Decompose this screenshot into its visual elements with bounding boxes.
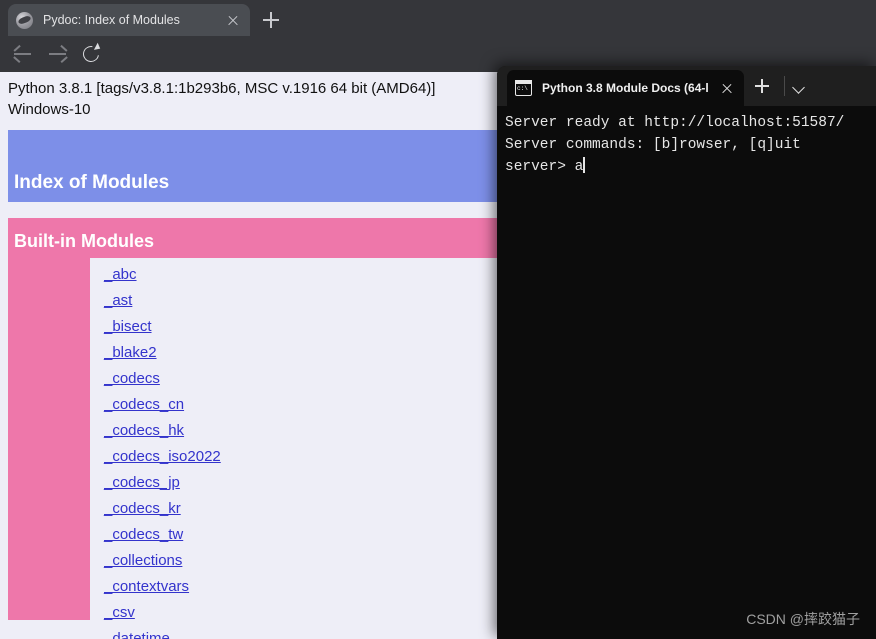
browser-tab[interactable]: Pydoc: Index of Modules [8,4,250,36]
module-link[interactable]: _ast [104,288,132,314]
terminal-tab-bar: Python 3.8 Module Docs (64-l [497,66,876,106]
chevron-down-icon[interactable] [787,74,811,98]
terminal-new-tab-button[interactable] [750,74,774,98]
module-link[interactable]: _codecs_iso2022 [104,444,221,470]
module-link[interactable]: _csv [104,600,135,626]
close-icon[interactable] [224,11,242,29]
terminal-line: Server ready at http://localhost:51587/ [505,115,845,131]
terminal-line: Server commands: [b]rowser, [q]uit [505,137,801,153]
console-window-icon [514,80,532,96]
module-link[interactable]: _abc [104,262,137,288]
divider [784,76,785,96]
module-link[interactable]: _codecs_hk [104,418,184,444]
browser-tab-title: Pydoc: Index of Modules [43,13,180,27]
module-link[interactable]: _blake2 [104,340,157,366]
text-cursor [583,157,585,173]
module-link[interactable]: _codecs_jp [104,470,180,496]
terminal-window[interactable]: Python 3.8 Module Docs (64-l Server read… [497,66,876,639]
builtin-section-gutter [8,258,90,620]
terminal-output[interactable]: Server ready at http://localhost:51587/S… [497,106,876,639]
back-arrow-icon[interactable] [13,44,33,64]
module-link[interactable]: _codecs_cn [104,392,184,418]
python-version-text: Python 3.8.1 [tags/v3.8.1:1b293b6, MSC v… [8,80,436,118]
terminal-line: server> a [505,157,585,175]
module-link[interactable]: _datetime [104,626,170,639]
close-icon[interactable] [718,79,736,97]
module-link[interactable]: _codecs_kr [104,496,181,522]
module-link[interactable]: _codecs_tw [104,522,183,548]
module-link-list: _abc _ast _bisect _blake2 _codecs _codecs_cn _… [104,262,221,639]
python-doc-globe-icon [16,11,33,29]
index-heading-label: Index of Modules [14,172,170,193]
module-link[interactable]: _collections [104,548,182,574]
terminal-tab[interactable]: Python 3.8 Module Docs (64-l [507,70,744,106]
reload-icon[interactable] [79,42,103,66]
module-link[interactable]: _bisect [104,314,152,340]
browser-tab-strip: Pydoc: Index of Modules [0,0,876,36]
builtin-heading-label: Built-in Modules [14,231,154,251]
forward-arrow-icon[interactable] [48,44,68,64]
module-link[interactable]: _codecs [104,366,160,392]
new-tab-button[interactable] [258,7,284,33]
csdn-watermark: CSDN @摔跤猫子 [746,611,860,627]
terminal-tab-title: Python 3.8 Module Docs (64-l [542,81,709,95]
module-link[interactable]: _contextvars [104,574,189,600]
